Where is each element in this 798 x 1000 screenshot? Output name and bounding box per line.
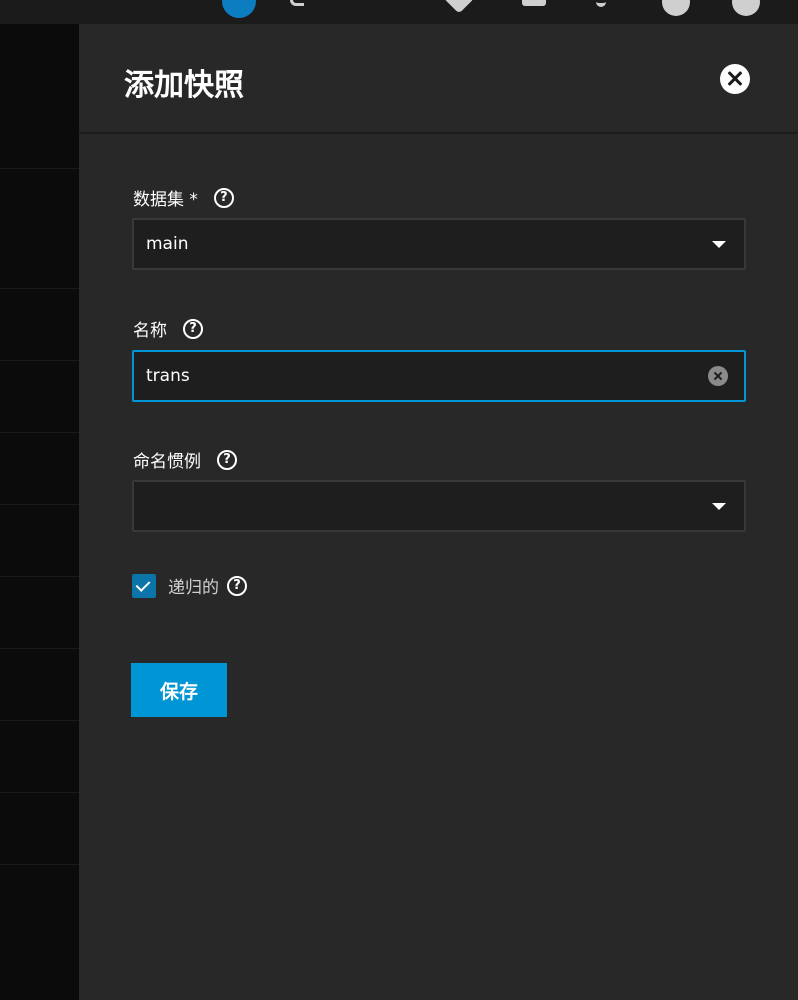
naming-schema-label: 命名惯例 [133,452,201,472]
divider [0,792,79,793]
divider [0,576,79,577]
divider [0,432,79,433]
name-label: 名称 [133,321,167,341]
notifications-icon[interactable] [596,0,606,7]
dataset-label: 数据集 * [133,190,198,210]
help-icon[interactable]: ? [217,449,237,470]
chevron-down-icon [712,503,726,510]
close-button[interactable] [720,64,750,94]
divider [0,504,79,505]
chevron-down-icon [712,241,726,248]
top-toolbar [0,0,798,24]
name-field[interactable]: trans [132,350,746,402]
settings-icon[interactable] [662,0,690,16]
background-page [0,24,79,1000]
help-icon[interactable]: ? [213,187,234,208]
dataset-value: main [146,234,189,254]
apps-icon[interactable] [443,0,475,14]
naming-schema-select[interactable] [132,480,746,532]
logo-icon[interactable] [222,0,256,18]
page-title: 添加快照 [124,68,244,103]
add-snapshot-panel: 添加快照 数据集 * ? main 名称 ? trans 命名惯例 ? 递归的 … [79,24,798,1000]
recursive-label[interactable]: 递归的 [168,573,219,598]
panel-header: 添加快照 [79,24,798,134]
help-icon[interactable]: ? [227,575,247,596]
tasks-icon[interactable] [522,0,546,6]
naming-schema-label-row: 命名惯例 ? [133,447,237,472]
recursive-row: 递归的 ? [132,573,247,598]
dataset-label-row: 数据集 * ? [133,185,234,210]
divider [0,648,79,649]
divider [0,168,79,169]
clear-icon[interactable] [708,366,728,386]
divider [0,864,79,865]
divider [0,360,79,361]
save-button[interactable]: 保存 [131,663,227,717]
logo-wordmark-icon [290,0,304,6]
name-value: trans [146,366,190,386]
power-icon[interactable] [732,0,760,16]
name-label-row: 名称 ? [133,316,203,341]
dataset-select[interactable]: main [132,218,746,270]
divider [0,720,79,721]
recursive-checkbox[interactable] [132,573,156,598]
divider [0,288,79,289]
help-icon[interactable]: ? [183,318,203,339]
